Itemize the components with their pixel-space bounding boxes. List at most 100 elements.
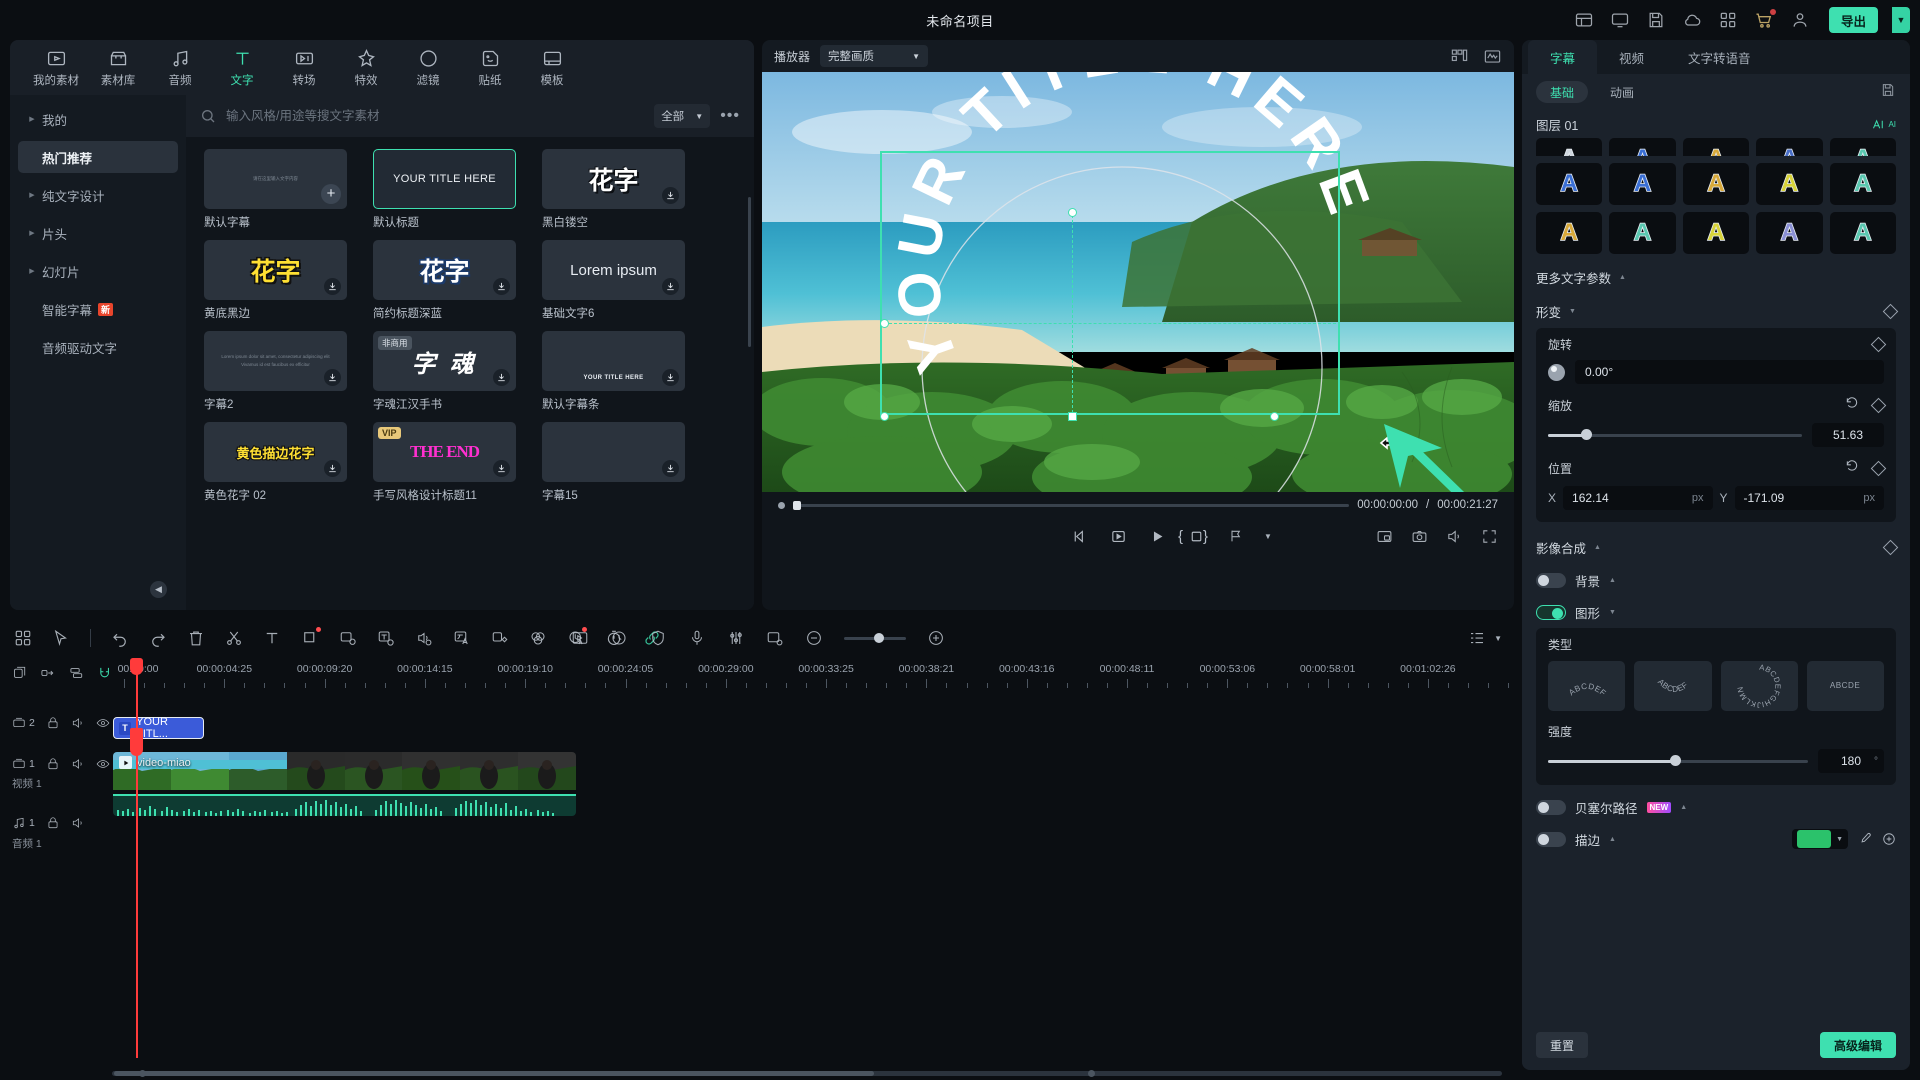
transform-section-header[interactable]: 形变 ▼ xyxy=(1536,294,1899,328)
scale-reset-icon[interactable] xyxy=(1845,396,1859,415)
text-style-preset[interactable]: A xyxy=(1829,138,1896,156)
playhead-handle[interactable] xyxy=(130,658,143,675)
properties-tab-0[interactable]: 字幕 xyxy=(1528,40,1598,74)
list-view-icon[interactable] xyxy=(1468,629,1486,647)
template-icon[interactable] xyxy=(1573,9,1595,31)
background-toggle[interactable] xyxy=(1536,572,1566,588)
player-progress-track[interactable] xyxy=(793,500,1350,510)
advanced-edit-button[interactable]: 高级编辑 xyxy=(1819,1032,1896,1058)
scroll-dot-right[interactable] xyxy=(1088,1070,1095,1077)
tool-tab-sticker[interactable]: 贴纸 xyxy=(460,48,520,88)
scroll-dot-left[interactable] xyxy=(139,1070,146,1077)
lock-icon[interactable] xyxy=(46,716,60,730)
save-preset-icon[interactable] xyxy=(1880,82,1896,103)
text-style-preset[interactable]: A xyxy=(1609,138,1676,156)
magnet-icon[interactable] xyxy=(97,665,112,681)
nav-item-3[interactable]: ▶ 片头 xyxy=(18,217,178,249)
cloud-icon[interactable] xyxy=(1681,9,1703,31)
mark-out-icon[interactable]: } xyxy=(1203,528,1208,545)
text-style-preset[interactable]: A xyxy=(1682,163,1750,205)
playhead-line[interactable] xyxy=(136,658,138,1058)
rotate-keyframe-icon[interactable] xyxy=(1870,336,1887,353)
waveform-icon[interactable] xyxy=(1483,47,1502,66)
grid-apps-icon[interactable] xyxy=(1717,9,1739,31)
nav-item-6[interactable]: 音频驱动文字 xyxy=(18,331,178,363)
lock-icon[interactable] xyxy=(46,816,60,830)
mark-in-icon[interactable]: { xyxy=(1178,528,1183,545)
resize-handle-left[interactable] xyxy=(880,319,889,328)
quality-select[interactable]: 完整画质 ▼ xyxy=(820,45,929,67)
text-clip[interactable]: T YOUR TITL... xyxy=(113,716,204,740)
marker-flag-icon[interactable] xyxy=(1228,528,1244,544)
keyframe-diamond-icon[interactable] xyxy=(1882,303,1899,319)
download-icon[interactable] xyxy=(662,187,679,204)
mute-icon[interactable] xyxy=(71,757,85,771)
save-icon[interactable] xyxy=(1645,9,1667,31)
chevron-up-icon[interactable]: ▲ xyxy=(1680,804,1687,811)
video-clip[interactable]: video-miao xyxy=(113,752,576,794)
fullscreen-icon[interactable] xyxy=(1481,528,1498,545)
download-icon[interactable] xyxy=(324,278,341,295)
text-style-preset[interactable]: A xyxy=(1756,163,1823,205)
playhead-secondary-handle[interactable] xyxy=(130,728,143,756)
shield-icon[interactable] xyxy=(649,629,667,647)
text-style-preset[interactable]: A xyxy=(1536,212,1603,254)
download-icon[interactable] xyxy=(493,369,510,386)
resize-handle-top[interactable] xyxy=(1068,208,1077,217)
bezier-toggle[interactable] xyxy=(1536,799,1566,815)
camera-icon[interactable] xyxy=(1411,528,1428,545)
download-icon[interactable] xyxy=(493,278,510,295)
stroke-color-select[interactable]: ▼ xyxy=(1792,829,1848,849)
asset-thumbnail[interactable]: YOUR TITLE HERE xyxy=(373,149,516,209)
play-icon[interactable] xyxy=(1149,528,1166,545)
timeline-ruler[interactable]: 00:00:0000:00:04:2500:00:09:2000:00:14:1… xyxy=(112,658,1516,688)
tool-tab-music[interactable]: 音频 xyxy=(150,48,210,88)
shape-type-option-1[interactable]: ABCDEFG xyxy=(1634,661,1712,711)
more-text-params-header[interactable]: 更多文字参数 ▲ xyxy=(1536,260,1896,294)
scale-slider-track[interactable] xyxy=(1548,429,1802,440)
text-style-preset[interactable]: A xyxy=(1682,138,1750,156)
export-dropdown-icon[interactable]: ▼ xyxy=(1892,7,1910,33)
player-progress-thumb[interactable] xyxy=(793,500,801,510)
resize-handle-bottom[interactable] xyxy=(1068,412,1077,421)
lock-icon[interactable] xyxy=(46,757,60,771)
asset-thumbnail[interactable]: 花字 xyxy=(542,149,685,209)
visibility-icon[interactable] xyxy=(96,757,110,771)
shape-toggle[interactable] xyxy=(1536,604,1566,620)
nav-item-5[interactable]: 智能字幕新 xyxy=(18,293,178,325)
add-icon[interactable]: + xyxy=(321,184,341,204)
stroke-toggle[interactable] xyxy=(1536,831,1566,847)
shape-type-option-0[interactable]: ABCDEFG xyxy=(1548,661,1626,711)
render-preview-icon[interactable] xyxy=(571,629,589,647)
manage-track-icon[interactable] xyxy=(69,665,84,681)
nav-item-0[interactable]: ▶ 我的 xyxy=(18,103,178,135)
tool-tab-media[interactable]: 我的素材 xyxy=(26,48,86,88)
chevron-down-icon[interactable]: ▼ xyxy=(1264,532,1272,541)
grid-layout-icon[interactable] xyxy=(1450,47,1469,66)
properties-tab-2[interactable]: 文字转语音 xyxy=(1666,40,1773,74)
chevron-up-icon[interactable]: ▲ xyxy=(1609,836,1616,843)
properties-tab-1[interactable]: 视频 xyxy=(1597,40,1666,74)
monitor-icon[interactable] xyxy=(1609,9,1631,31)
shape-type-option-3[interactable]: ABCDEFGH xyxy=(1806,661,1884,711)
asset-thumbnail[interactable]: 黄色描边花字 xyxy=(204,422,347,482)
nav-item-1[interactable]: 热门推荐 xyxy=(18,141,178,173)
add-track-icon[interactable] xyxy=(12,665,27,681)
download-icon[interactable] xyxy=(493,460,510,477)
position-reset-icon[interactable] xyxy=(1845,459,1859,478)
zoom-slider[interactable] xyxy=(844,632,906,643)
collapse-panel-button[interactable]: ◀ xyxy=(150,581,167,598)
properties-subtab[interactable]: 基础 xyxy=(1536,81,1589,103)
download-icon[interactable] xyxy=(324,369,341,386)
chevron-up-icon[interactable]: ▲ xyxy=(1609,577,1616,584)
download-icon[interactable] xyxy=(324,460,341,477)
asset-thumbnail[interactable]: 花字 xyxy=(373,240,516,300)
timeline-hscrollbar[interactable] xyxy=(112,1071,1502,1076)
timeline-hscroll-thumb[interactable] xyxy=(114,1071,874,1076)
composite-keyframe-icon[interactable] xyxy=(1882,539,1899,555)
visibility-icon[interactable] xyxy=(96,716,110,730)
strength-input[interactable]: 180 ° xyxy=(1818,749,1884,773)
audio-waveform-strip[interactable] xyxy=(113,794,576,816)
more-options-icon[interactable]: ••• xyxy=(720,107,740,125)
asset-thumbnail[interactable]: Lorem ipsum dolor sit amet, consectetur … xyxy=(204,331,347,391)
